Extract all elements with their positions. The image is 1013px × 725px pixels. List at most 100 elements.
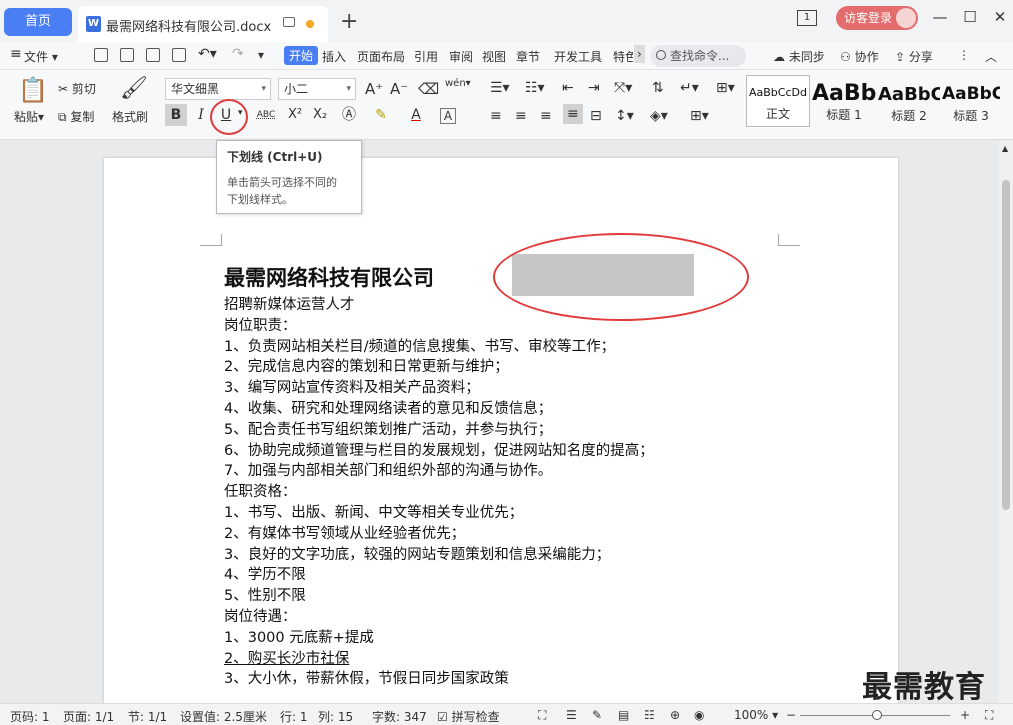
login-button[interactable]: 访客登录: [836, 6, 918, 30]
doc-line[interactable]: 3、大小休，带薪休假，节假日同步国家政策: [224, 669, 884, 690]
scrollbar-thumb[interactable]: [1002, 180, 1010, 510]
undo-icon[interactable]: ↶▾: [198, 46, 217, 62]
doc-line[interactable]: 1、书写、出版、新闻、中文等相关专业优先；: [224, 503, 884, 524]
menu-tab-review[interactable]: 审阅: [449, 48, 473, 65]
menu-tab-special[interactable]: 特色: [613, 48, 633, 65]
doc-line[interactable]: 5、配合责任书写组织策划推广活动，并参与执行；: [224, 420, 884, 441]
align-center-icon[interactable]: ≡: [515, 108, 527, 124]
zoom-slider-thumb[interactable]: [872, 710, 882, 720]
document-heading[interactable]: 最需网络科技有限公司: [224, 262, 434, 292]
font-name-select[interactable]: 华文细黑 ▾: [165, 78, 271, 100]
doc-line[interactable]: 岗位职责：: [224, 316, 884, 337]
redo-icon[interactable]: ↷: [232, 46, 244, 62]
doc-line-underlined[interactable]: 2、购买长沙市社保: [224, 649, 884, 670]
chinese-layout-icon[interactable]: ⤧▾: [614, 80, 632, 96]
menu-scroll-right-icon[interactable]: ›: [634, 45, 645, 63]
document-body[interactable]: 招聘新媒体运营人才 岗位职责： 1、负责网站相关栏目/频道的信息搜集、书写、审校…: [224, 295, 884, 690]
align-right-icon[interactable]: ≡: [540, 108, 552, 124]
new-tab-button[interactable]: +: [340, 8, 358, 36]
menu-tab-references[interactable]: 引用: [414, 48, 438, 65]
subscript-button[interactable]: X₂: [308, 104, 332, 126]
hamburger-icon[interactable]: ≡: [10, 46, 22, 62]
copy-button[interactable]: ⧉ 复制: [58, 108, 94, 125]
save-icon[interactable]: [94, 48, 108, 62]
increase-indent-icon[interactable]: ⇥: [588, 80, 600, 96]
web-view-icon[interactable]: ⊕: [670, 708, 680, 722]
quick-access-dropdown-icon[interactable]: ▾: [258, 48, 264, 62]
decrease-indent-icon[interactable]: ⇤: [562, 80, 574, 96]
status-position[interactable]: 设置值: 2.5厘米: [180, 708, 267, 725]
fullscreen-icon[interactable]: ⛶: [538, 708, 546, 723]
doc-line[interactable]: 4、学历不限: [224, 565, 884, 586]
fit-window-icon[interactable]: ⛶: [985, 708, 993, 723]
char-border-icon[interactable]: A: [440, 108, 456, 124]
format-painter-icon[interactable]: 🖌: [120, 76, 148, 101]
doc-line[interactable]: 4、收集、研究和处理网络读者的意见和反馈信息；: [224, 399, 884, 420]
menu-tab-insert[interactable]: 插入: [322, 48, 346, 65]
line-spacing-icon[interactable]: ↕▾: [615, 108, 634, 124]
print-icon[interactable]: [146, 48, 160, 62]
scroll-up-icon[interactable]: ▲: [1002, 144, 1008, 153]
pinyin-guide-icon[interactable]: wén▾: [445, 78, 471, 89]
doc-line[interactable]: 7、加强与内部相关部门和组织外部的沟通与协作。: [224, 461, 884, 482]
status-col[interactable]: 列: 15: [318, 708, 353, 725]
highlight-icon[interactable]: ✎: [370, 104, 392, 126]
bullet-list-icon[interactable]: ☰▾: [490, 80, 510, 96]
tab-document[interactable]: W 最需网络科技有限公司.docx: [78, 6, 328, 42]
collab-button[interactable]: ⚇ 协作: [840, 48, 879, 65]
grow-font-icon[interactable]: A⁺: [365, 80, 383, 98]
print-preview-icon[interactable]: [172, 48, 186, 62]
doc-line[interactable]: 1、负责网站相关栏目/频道的信息搜集、书写、审校等工作；: [224, 337, 884, 358]
style-heading-2[interactable]: AaBbC 标题 2: [878, 75, 940, 127]
status-row[interactable]: 行: 1: [280, 708, 308, 725]
command-search[interactable]: 查找命令...: [650, 45, 746, 67]
doc-line[interactable]: 5、性别不限: [224, 586, 884, 607]
text-effect-icon[interactable]: Ⓐ: [338, 104, 360, 126]
tab-home[interactable]: 首页: [4, 8, 72, 36]
doc-line[interactable]: 1、3000 元底薪+提成: [224, 628, 884, 649]
doc-line[interactable]: 6、协助完成频道管理与栏目的发展规划，促进网站知名度的提高；: [224, 441, 884, 462]
menu-tab-chapter[interactable]: 章节: [516, 48, 540, 65]
more-menu-icon[interactable]: ⋮: [958, 48, 970, 62]
menu-file[interactable]: 文件 ▾: [24, 48, 58, 65]
menu-tab-view[interactable]: 视图: [482, 48, 506, 65]
cut-button[interactable]: ✂ 剪切: [58, 80, 96, 97]
sort-icon[interactable]: ⇅: [652, 80, 664, 96]
distribute-icon[interactable]: ⊟: [590, 108, 602, 124]
edit-view-icon[interactable]: ✎: [592, 708, 602, 722]
clear-format-icon[interactable]: ⌫: [418, 80, 439, 98]
read-view-icon[interactable]: ☷: [644, 708, 655, 722]
font-color-icon[interactable]: A: [405, 104, 427, 126]
shrink-font-icon[interactable]: A⁻: [390, 80, 408, 98]
number-list-icon[interactable]: ☷▾: [525, 80, 545, 96]
monitor-icon[interactable]: [283, 17, 295, 27]
show-marks-icon[interactable]: ↵▾: [680, 80, 699, 96]
sync-status[interactable]: ☁ 未同步: [773, 48, 825, 65]
status-pages[interactable]: 页面: 1/1: [63, 708, 114, 725]
export-icon[interactable]: [120, 48, 134, 62]
doc-line[interactable]: 任职资格：: [224, 482, 884, 503]
paste-icon[interactable]: 📋: [18, 76, 48, 104]
zoom-in-icon[interactable]: +: [960, 708, 970, 722]
vertical-scrollbar[interactable]: ▲: [999, 140, 1013, 703]
italic-button[interactable]: I: [190, 104, 212, 126]
style-heading-1[interactable]: AaBb 标题 1: [812, 75, 876, 127]
style-heading-3[interactable]: AaBbC 标题 3: [942, 75, 1000, 127]
font-size-select[interactable]: 小二 ▾: [278, 78, 356, 100]
doc-line[interactable]: 岗位待遇：: [224, 607, 884, 628]
spellcheck-button[interactable]: ☑ 拼写检查: [437, 708, 500, 725]
doc-line[interactable]: 3、良好的文字功底，较强的网站专题策划和信息采编能力；: [224, 545, 884, 566]
close-button[interactable]: ✕: [990, 8, 1010, 26]
doc-line[interactable]: 3、编写网站宣传资料及相关产品资料；: [224, 378, 884, 399]
style-normal[interactable]: AaBbCcDd 正文: [746, 75, 810, 127]
doc-line[interactable]: 2、有媒体书写领域从业经验者优先；: [224, 524, 884, 545]
zoom-out-icon[interactable]: −: [786, 708, 796, 722]
paste-button[interactable]: 粘贴▾: [14, 108, 44, 125]
document-page[interactable]: 最需网络科技有限公司 招聘新媒体运营人才 岗位职责： 1、负责网站相关栏目/频道…: [104, 158, 898, 703]
bold-button[interactable]: B: [165, 104, 187, 126]
minimize-button[interactable]: —: [930, 8, 950, 26]
align-left-icon[interactable]: ≡: [490, 108, 502, 124]
page-view-icon[interactable]: ▤: [618, 708, 629, 722]
strikethrough-button[interactable]: ABC: [250, 104, 282, 126]
format-painter-label[interactable]: 格式刷: [112, 108, 148, 125]
